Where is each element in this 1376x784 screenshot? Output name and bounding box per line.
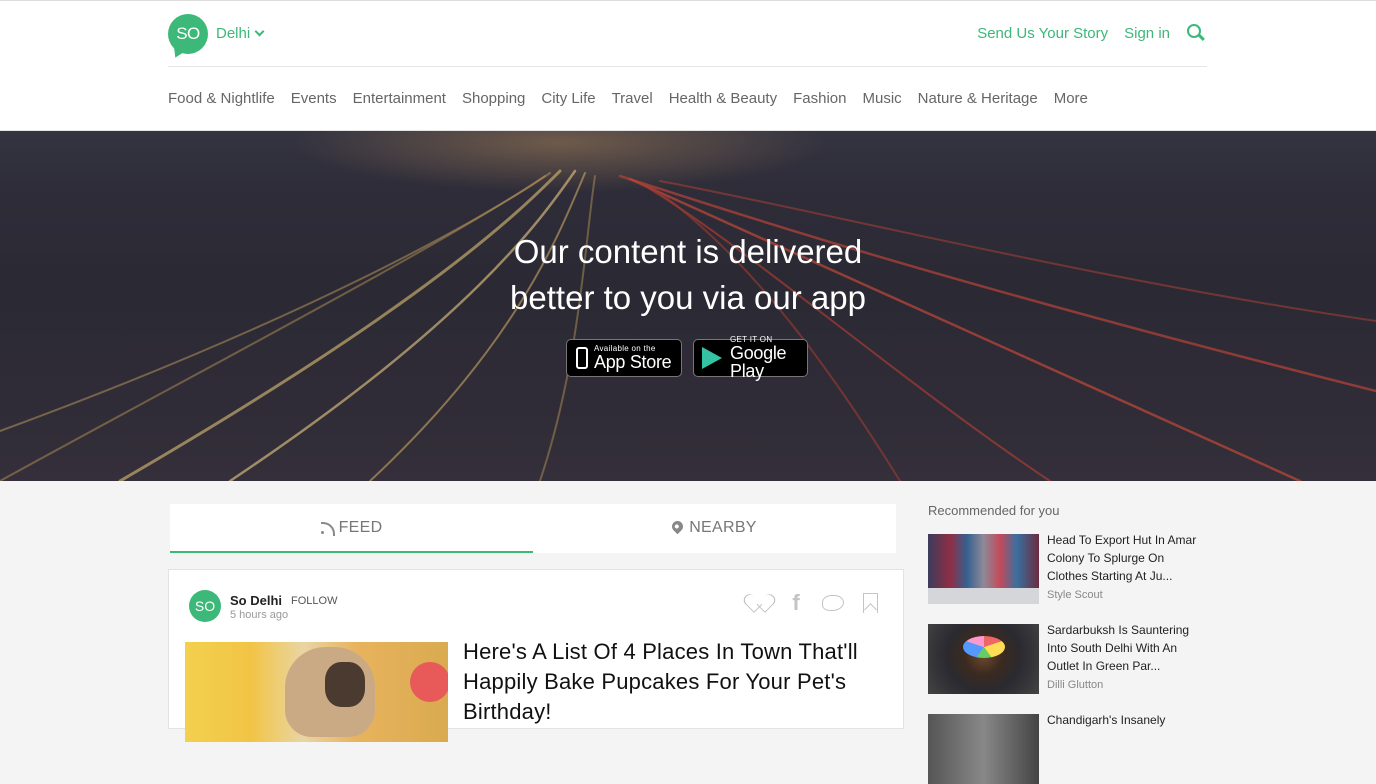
feed-card[interactable]: SO So Delhi FOLLOW 5 hours ago f Here's … <box>168 569 904 742</box>
nav-item-shopping[interactable]: Shopping <box>462 90 525 107</box>
facebook-icon[interactable]: f <box>785 590 807 615</box>
follow-button[interactable]: FOLLOW <box>291 595 337 607</box>
hero-line-2: better to you via our app <box>510 279 866 316</box>
recommended-item[interactable]: Chandigarh's Insanely <box>928 711 1208 784</box>
send-story-link[interactable]: Send Us Your Story <box>977 25 1108 42</box>
recommended-title[interactable]: Head To Export Hut In Amar Colony To Spl… <box>1047 531 1207 585</box>
recommended-source: Style Scout <box>1047 589 1103 601</box>
article-thumbnail[interactable] <box>185 642 448 742</box>
hero-heading: Our content is delivered better to you v… <box>0 229 1376 321</box>
sign-in-link[interactable]: Sign in <box>1124 25 1170 42</box>
hero-line-1: Our content is delivered <box>513 233 863 270</box>
tab-feed[interactable]: FEED <box>170 504 533 553</box>
avatar[interactable]: SO <box>189 590 221 622</box>
recommended-heading: Recommended for you <box>928 503 1060 518</box>
category-nav: Food & Nightlife Events Entertainment Sh… <box>168 90 1088 107</box>
iphone-icon <box>576 347 588 369</box>
header-divider <box>168 66 1207 67</box>
author-name[interactable]: So Delhi <box>230 593 282 608</box>
recommended-thumbnail[interactable] <box>928 624 1039 694</box>
location-pin-icon <box>669 518 686 534</box>
article-title[interactable]: Here's A List Of 4 Places In Town That'l… <box>463 637 893 727</box>
google-play-button[interactable]: GET IT ON Google Play <box>693 336 808 380</box>
chevron-down-icon <box>254 26 265 37</box>
search-icon[interactable] <box>1186 23 1206 43</box>
top-header: SO Delhi Send Us Your Story Sign in Food… <box>0 0 1376 131</box>
recommended-thumbnail[interactable] <box>928 714 1039 784</box>
nav-item-health-beauty[interactable]: Health & Beauty <box>669 90 777 107</box>
rss-icon <box>320 521 335 536</box>
nav-item-music[interactable]: Music <box>862 90 901 107</box>
nav-item-city-life[interactable]: City Life <box>541 90 595 107</box>
city-label: Delhi <box>216 25 251 42</box>
recommended-title[interactable]: Chandigarh's Insanely <box>1047 711 1207 729</box>
google-play-icon <box>702 347 722 369</box>
nav-item-entertainment[interactable]: Entertainment <box>353 90 446 107</box>
nav-item-more[interactable]: More <box>1054 90 1088 107</box>
recommended-title[interactable]: Sardarbuksh Is Sauntering Into South Del… <box>1047 621 1207 675</box>
bookmark-icon[interactable] <box>859 592 881 614</box>
recommended-item[interactable]: Head To Export Hut In Amar Colony To Spl… <box>928 531 1208 604</box>
recommended-thumbnail[interactable] <box>928 534 1039 604</box>
card-actions: f <box>748 590 881 615</box>
nav-item-nature-heritage[interactable]: Nature & Heritage <box>918 90 1038 107</box>
nav-item-food-nightlife[interactable]: Food & Nightlife <box>168 90 275 107</box>
header-actions: Send Us Your Story Sign in <box>977 23 1206 43</box>
post-timestamp: 5 hours ago <box>230 609 289 621</box>
feed-tabs: FEED NEARBY <box>170 504 896 553</box>
app-promo-banner: Our content is delivered better to you v… <box>0 131 1376 481</box>
nav-item-events[interactable]: Events <box>291 90 337 107</box>
heart-icon[interactable] <box>748 592 770 614</box>
so-logo[interactable]: SO <box>168 14 208 54</box>
twitter-icon[interactable] <box>822 592 844 614</box>
recommended-item[interactable]: Sardarbuksh Is Sauntering Into South Del… <box>928 621 1208 694</box>
tab-nearby[interactable]: NEARBY <box>533 504 896 553</box>
nav-item-travel[interactable]: Travel <box>612 90 653 107</box>
recommended-source: Dilli Glutton <box>1047 679 1104 691</box>
nav-item-fashion[interactable]: Fashion <box>793 90 846 107</box>
app-store-button[interactable]: Available on the App Store <box>566 339 682 377</box>
city-selector[interactable]: Delhi <box>216 25 265 42</box>
